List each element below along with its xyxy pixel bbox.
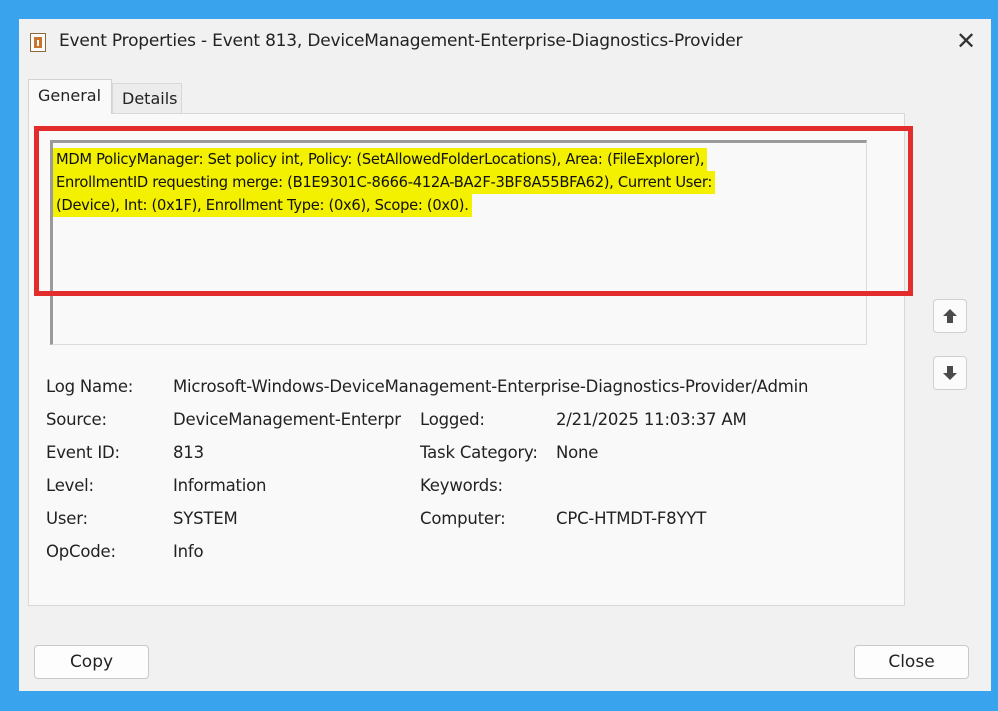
level-value: Information [173,476,267,495]
next-event-button[interactable] [933,356,967,390]
tab-general[interactable]: General [28,79,112,114]
event-description-box[interactable]: MDM PolicyManager: Set policy int, Polic… [50,140,867,345]
event-id-label: Event ID: [46,443,120,462]
computer-label: Computer: [420,509,506,528]
logged-value: 2/21/2025 11:03:37 AM [556,410,747,429]
arrow-up-icon [943,309,957,323]
opcode-label: OpCode: [46,542,116,561]
log-name-value: Microsoft-Windows-DeviceManagement-Enter… [173,377,809,396]
computer-value: CPC-HTMDT-F8YYT [556,509,707,528]
description-line-3: (Device), Int: (0x1F), Enrollment Type: … [56,197,469,214]
source-label: Source: [46,410,107,429]
event-id-value: 813 [173,443,204,462]
task-category-label: Task Category: [420,443,538,462]
tab-general-label: General [38,86,102,105]
window-title: Event Properties - Event 813, DeviceMana… [59,31,743,51]
close-button[interactable]: Close [854,645,969,679]
description-line-2: EnrollmentID requesting merge: (B1E9301C… [56,174,713,191]
previous-event-button[interactable] [933,299,967,333]
copy-button[interactable]: Copy [34,645,149,679]
tab-details[interactable]: Details [112,83,182,113]
opcode-value: Info [173,542,204,561]
event-viewer-icon [30,33,46,52]
arrow-down-icon [943,366,957,380]
title-bar[interactable]: Event Properties - Event 813, DeviceMana… [19,19,991,69]
general-panel: MDM PolicyManager: Set policy int, Polic… [28,113,905,606]
tab-details-label: Details [122,89,178,108]
task-category-value: None [556,443,599,462]
level-label: Level: [46,476,94,495]
user-label: User: [46,509,88,528]
user-value: SYSTEM [173,509,238,528]
close-icon[interactable]: ✕ [953,28,979,54]
log-name-label: Log Name: [46,377,134,396]
event-description-text: MDM PolicyManager: Set policy int, Polic… [56,148,846,217]
source-value: DeviceManagement-Enterpr [173,410,401,429]
logged-label: Logged: [420,410,485,429]
description-line-1: MDM PolicyManager: Set policy int, Polic… [56,151,705,168]
keywords-label: Keywords: [420,476,503,495]
event-properties-dialog: Event Properties - Event 813, DeviceMana… [19,19,991,691]
